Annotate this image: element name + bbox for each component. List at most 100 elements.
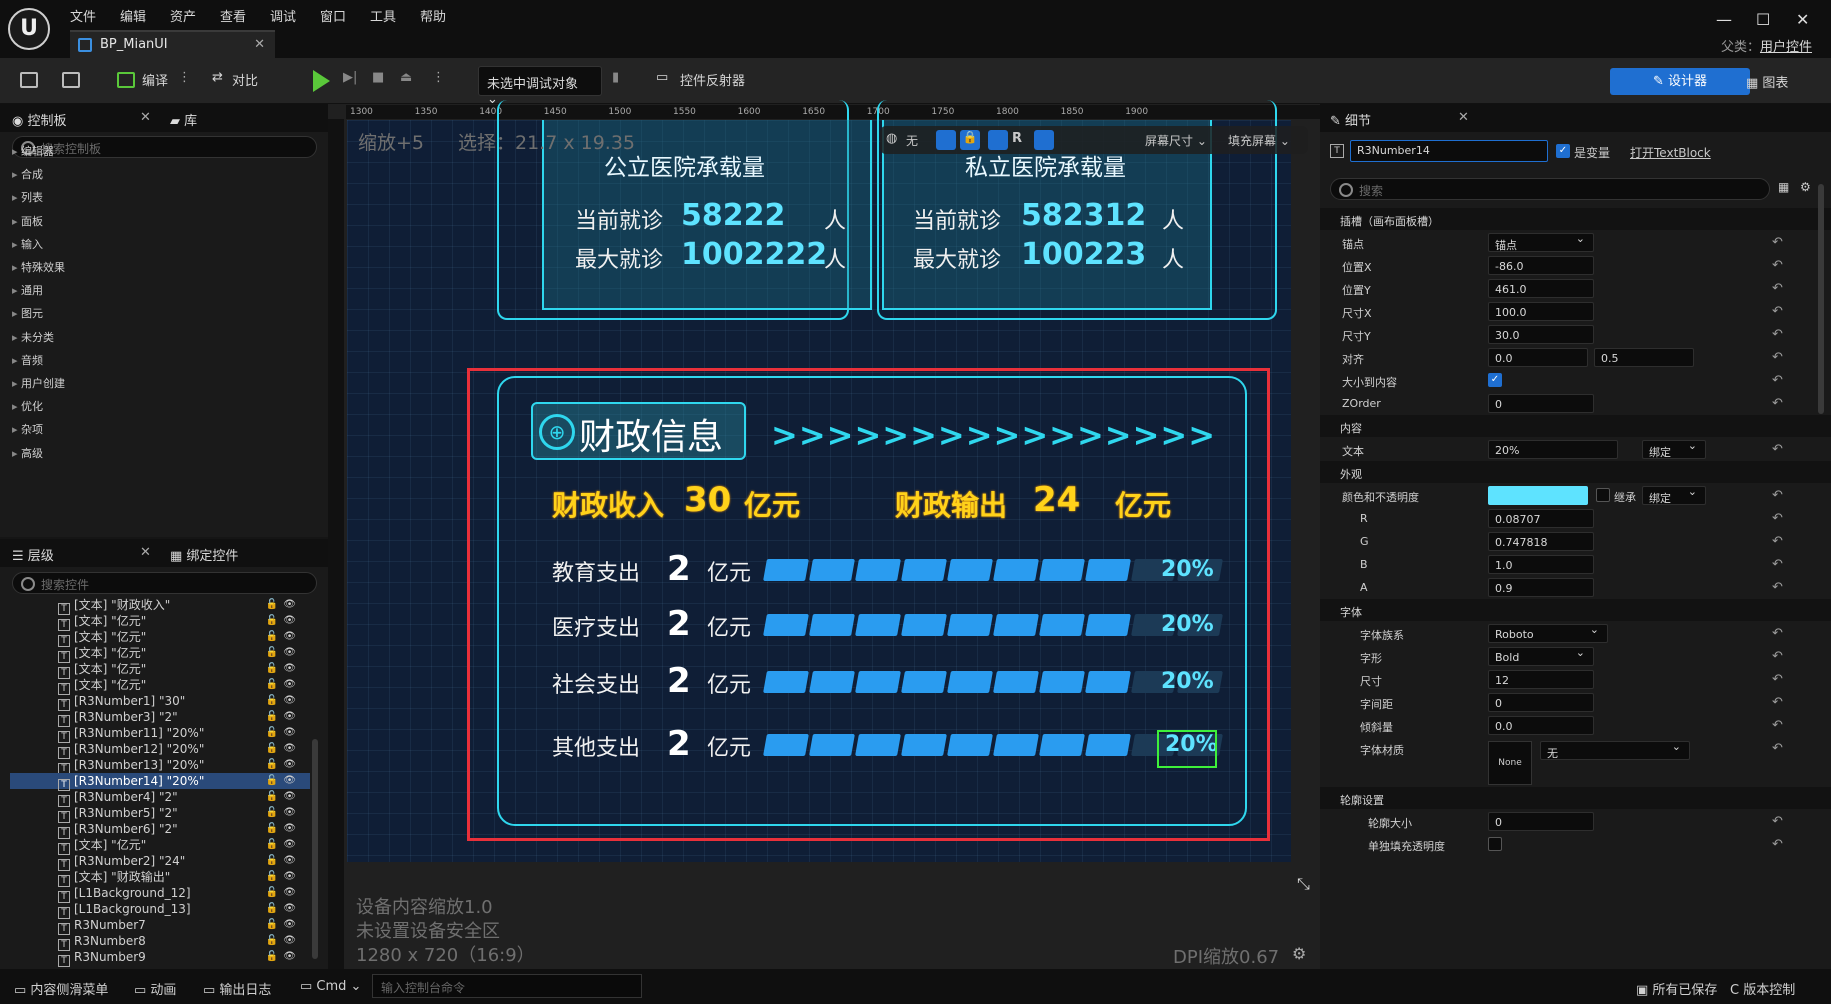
color-a-input[interactable]: 0.9 — [1488, 578, 1594, 597]
hierarchy-search-input[interactable]: 搜索控件 — [12, 572, 317, 594]
lock-toggle-icon[interactable]: 🔓 — [266, 869, 278, 885]
visibility-toggle-icon[interactable]: 👁 — [283, 661, 296, 677]
screen-size-dropdown[interactable]: 屏幕尺寸 ⌄ — [1145, 132, 1207, 149]
alignment-y-input[interactable]: 0.5 — [1594, 348, 1694, 367]
hierarchy-row[interactable]: T [R3Number3] "2" 🔓 👁 — [10, 709, 310, 727]
grid-icon[interactable] — [1034, 130, 1054, 150]
size-y-reset-icon[interactable]: ↶ — [1772, 327, 1783, 342]
hierarchy-row[interactable]: T [R3Number4] "2" 🔓 👁 — [10, 789, 310, 807]
eject-icon[interactable]: ⏏ — [400, 70, 412, 85]
palette-category[interactable]: 编辑器 — [12, 143, 54, 159]
lock-toggle-icon[interactable]: 🔓 — [266, 917, 278, 933]
color-g-input[interactable]: 0.747818 — [1488, 532, 1594, 551]
is-variable-checkbox[interactable]: ✓ — [1556, 144, 1570, 158]
hierarchy-row[interactable]: T [R3Number1] "30" 🔓 👁 — [10, 693, 310, 711]
details-table-view-icon[interactable]: ▦ — [1778, 180, 1789, 194]
color-a-reset-icon[interactable]: ↶ — [1772, 580, 1783, 595]
visibility-toggle-icon[interactable]: 👁 — [283, 773, 296, 789]
close-details-icon[interactable]: ✕ — [1458, 110, 1469, 125]
color-b-input[interactable]: 1.0 — [1488, 555, 1594, 574]
hierarchy-row[interactable]: T [R3Number13] "20%" 🔓 👁 — [10, 757, 310, 775]
hierarchy-row[interactable]: T [文本] "亿元" 🔓 👁 — [10, 629, 310, 647]
skew-input[interactable]: 0.0 — [1488, 716, 1594, 735]
visibility-toggle-icon[interactable]: 👁 — [283, 709, 296, 725]
hierarchy-row[interactable]: T [R3Number5] "2" 🔓 👁 — [10, 805, 310, 823]
menu-help[interactable]: 帮助 — [420, 6, 446, 25]
text-reset-icon[interactable]: ↶ — [1772, 442, 1783, 457]
size-to-content-reset-icon[interactable]: ↶ — [1772, 373, 1783, 388]
zorder-input[interactable]: 0 — [1488, 394, 1594, 413]
palette-category[interactable]: 输入 — [12, 236, 43, 252]
hierarchy-row[interactable]: T [R3Number12] "20%" 🔓 👁 — [10, 741, 310, 759]
visibility-toggle-icon[interactable]: 👁 — [283, 757, 296, 773]
alignment-input[interactable]: 0.0 — [1488, 348, 1588, 367]
visibility-toggle-icon[interactable]: 👁 — [283, 629, 296, 645]
font-section[interactable]: 字体 — [1320, 599, 1831, 621]
lock-toggle-icon[interactable]: 🔓 — [266, 853, 278, 869]
position-x-input[interactable]: -86.0 — [1488, 256, 1594, 275]
content-section[interactable]: 内容 — [1320, 415, 1831, 437]
lock-toggle-icon[interactable]: 🔓 — [266, 949, 278, 965]
visibility-toggle-icon[interactable]: 👁 — [283, 597, 296, 613]
text-input[interactable]: 20% — [1488, 440, 1618, 459]
lock-toggle-icon[interactable]: 🔓 — [266, 885, 278, 901]
menu-file[interactable]: 文件 — [70, 6, 96, 25]
console-command-input[interactable]: 输入控制台命令 — [372, 974, 642, 998]
anchor-reset-icon[interactable]: ↶ — [1772, 235, 1783, 250]
hierarchy-row[interactable]: T [R3Number14] "20%" 🔓 👁 — [10, 773, 310, 791]
widget-name-input[interactable]: R3Number14 — [1350, 140, 1548, 162]
size-x-reset-icon[interactable]: ↶ — [1772, 304, 1783, 319]
play-icon[interactable] — [313, 70, 330, 92]
visibility-toggle-icon[interactable]: 👁 — [283, 885, 296, 901]
appearance-section[interactable]: 外观 — [1320, 461, 1831, 483]
hierarchy-row[interactable]: T [文本] "亿元" 🔓 👁 — [10, 645, 310, 663]
anchor-input[interactable]: 锚点 — [1488, 232, 1594, 252]
hierarchy-row[interactable]: T R3Number8 🔓 👁 — [10, 933, 310, 951]
expense-label[interactable]: 社会支出 — [552, 667, 640, 699]
step-icon[interactable]: ▶| — [343, 70, 357, 85]
letter-spacing-reset-icon[interactable]: ↶ — [1772, 695, 1783, 710]
hierarchy-row[interactable]: T [R3Number6] "2" 🔓 👁 — [10, 821, 310, 839]
expense-label[interactable]: 其他支出 — [552, 730, 640, 762]
bind-widgets-tab[interactable]: ▦ 绑定控件 — [170, 545, 238, 564]
palette-category[interactable]: 特殊效果 — [12, 259, 65, 275]
menu-asset[interactable]: 资产 — [170, 6, 196, 25]
hierarchy-row[interactable]: T R3Number7 🔓 👁 — [10, 917, 310, 935]
lock-toggle-icon[interactable]: 🔓 — [266, 725, 278, 741]
lock-toggle-icon[interactable]: 🔓 — [266, 597, 278, 613]
resize-handle-icon[interactable]: ⤡ — [1297, 874, 1310, 894]
lock-toggle-icon[interactable]: 🔓 — [266, 805, 278, 821]
output-log-button[interactable]: ▭ 输出日志 — [203, 979, 271, 998]
visibility-toggle-icon[interactable]: 👁 — [283, 901, 296, 917]
expense-label[interactable]: 医疗支出 — [552, 610, 640, 642]
details-settings-icon[interactable]: ⚙ — [1800, 180, 1811, 194]
details-scrollbar[interactable] — [1818, 184, 1824, 414]
visibility-toggle-icon[interactable]: 👁 — [283, 741, 296, 757]
content-drawer-button[interactable]: ▭ 内容侧滑菜单 — [14, 979, 108, 998]
hierarchy-row[interactable]: T [R3Number11] "20%" 🔓 👁 — [10, 725, 310, 743]
palette-category[interactable]: 优化 — [12, 398, 43, 414]
hierarchy-row[interactable]: T [文本] "亿元" 🔓 👁 — [10, 661, 310, 679]
palette-category[interactable]: 用户创建 — [12, 375, 65, 391]
hierarchy-scrollbar[interactable] — [312, 739, 318, 959]
position-y-input[interactable]: 461.0 — [1488, 279, 1594, 298]
lock-toggle-icon[interactable]: 🔓 — [266, 661, 278, 677]
palette-category[interactable]: 列表 — [12, 189, 43, 205]
lock-toggle-icon[interactable]: 🔓 — [266, 613, 278, 629]
lock-toggle-icon[interactable]: 🔓 — [266, 709, 278, 725]
details-search-input[interactable]: 搜索 — [1330, 178, 1770, 200]
minimize-icon[interactable]: — — [1716, 10, 1732, 29]
fill-screen-dropdown[interactable]: 填充屏幕 ⌄ — [1228, 132, 1290, 149]
parent-class-link[interactable]: 用户控件 — [1760, 40, 1812, 55]
position-x-reset-icon[interactable]: ↶ — [1772, 258, 1783, 273]
selected-text-handle[interactable] — [1157, 730, 1217, 768]
document-tab[interactable]: BP_MianUI ✕ — [70, 30, 275, 58]
color-b-reset-icon[interactable]: ↶ — [1772, 557, 1783, 572]
menu-view[interactable]: 查看 — [220, 6, 246, 25]
font-material-reset-icon[interactable]: ↶ — [1772, 741, 1783, 756]
animation-button[interactable]: ▭ 动画 — [134, 979, 176, 998]
lock-toggle-icon[interactable]: 🔓 — [266, 773, 278, 789]
lock-toggle-icon[interactable]: 🔓 — [266, 645, 278, 661]
hierarchy-tab[interactable]: ☰ 层级 — [12, 545, 54, 564]
text-bind-dropdown[interactable]: 绑定 — [1642, 439, 1706, 459]
